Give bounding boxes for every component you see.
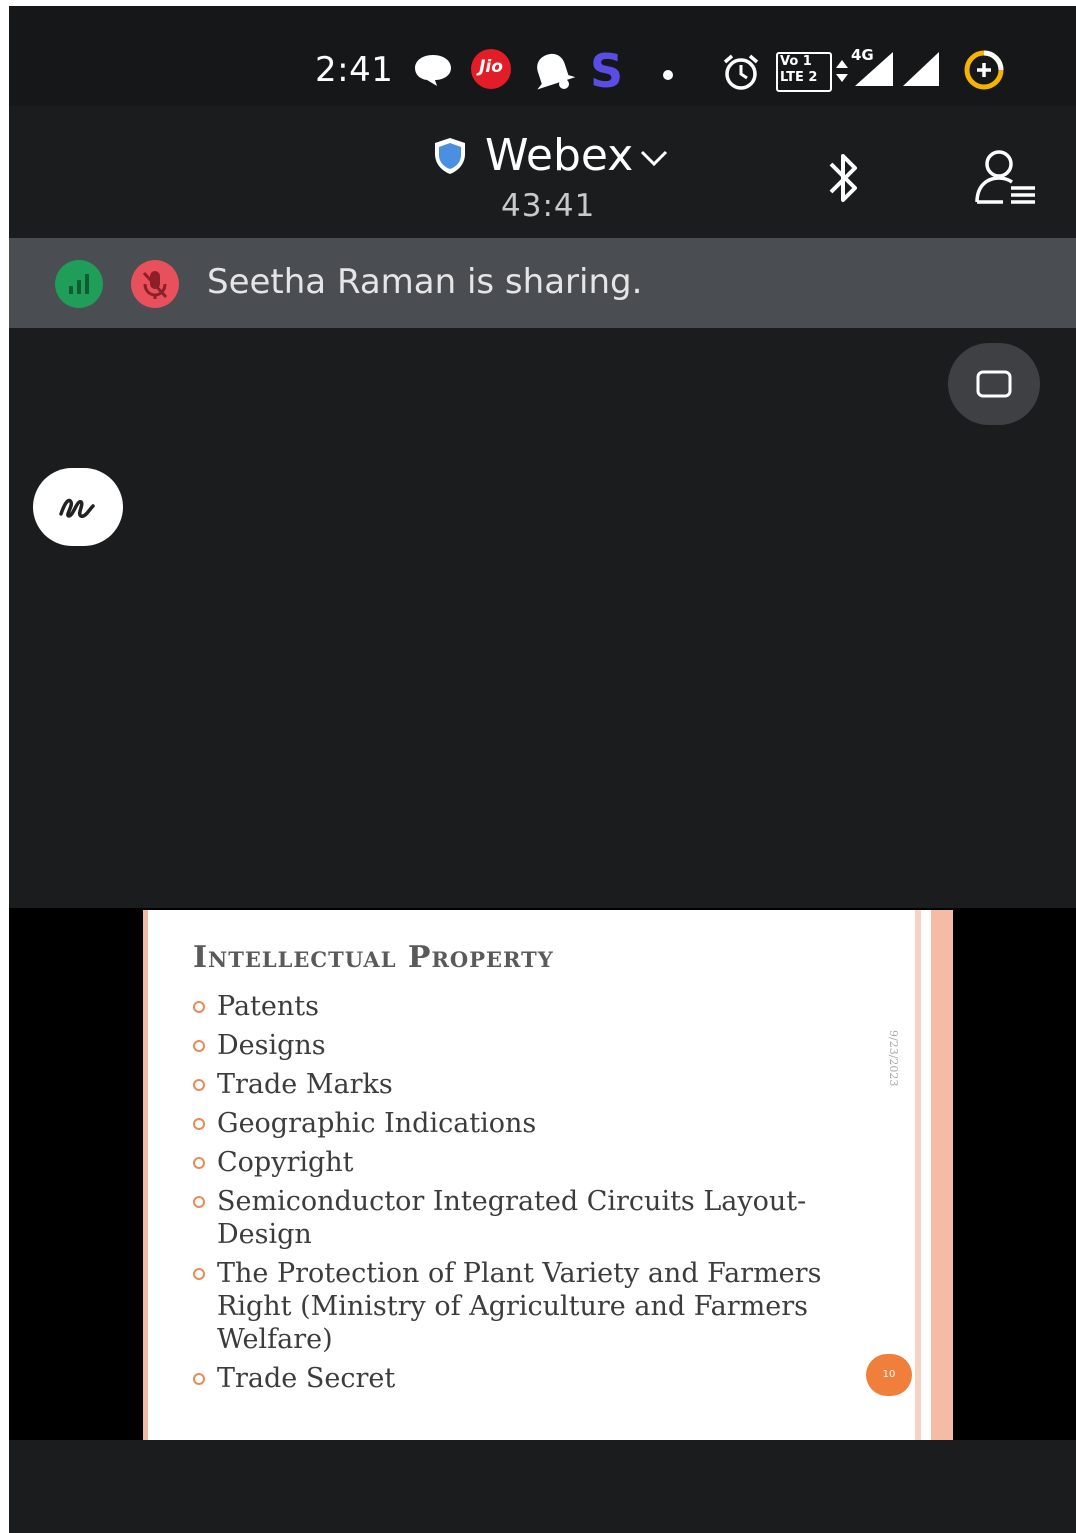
notification-bell-icon: [530, 50, 576, 96]
chat-bubble-icon: [413, 52, 453, 92]
bullet-text: Trade Secret: [217, 1363, 396, 1394]
annotate-icon: [57, 488, 99, 530]
meeting-header: Webex 43:41: [9, 106, 1076, 238]
slide-stripe-edge: [931, 910, 953, 1440]
bullet-dot-icon: [193, 1118, 205, 1130]
s-app-icon: S: [590, 44, 623, 98]
bullet-dot-icon: [193, 1001, 205, 1013]
jio-badge-text: Jio: [479, 57, 503, 77]
bullet-item: Trade Secret: [191, 1362, 891, 1395]
signal-2-icon: [901, 52, 941, 92]
meeting-title[interactable]: Webex: [485, 130, 633, 181]
audio-level-icon: [55, 260, 103, 312]
volte-icon: Vo 1 LTE 2: [776, 52, 832, 92]
bullet-item: Patents: [191, 990, 891, 1023]
muted-mic-icon: [131, 260, 179, 312]
shared-slide: 9/23/2023 Intellectual Property Patents …: [143, 910, 953, 1440]
webex-screen: 2:41 Jio S Vo 1 LTE 2 4G Webex 43:41 See…: [9, 6, 1076, 1533]
sharing-status-text: Seetha Raman is sharing.: [207, 262, 643, 302]
bullet-dot-icon: [193, 1268, 205, 1280]
signal-icon: [851, 52, 895, 92]
annotate-button[interactable]: [33, 468, 123, 546]
slide-left-border: [143, 910, 148, 1440]
bullet-text: Designs: [217, 1030, 326, 1061]
slide-page-badge: 10: [866, 1354, 912, 1396]
shield-icon: [433, 137, 467, 179]
sharing-banner: Seetha Raman is sharing.: [9, 238, 1076, 328]
bullet-dot-icon: [193, 1196, 205, 1208]
slide-bullet-list: Patents Designs Trade Marks Geographic I…: [191, 990, 891, 1401]
shared-content-area: 9/23/2023 Intellectual Property Patents …: [9, 908, 1076, 1440]
dot-icon: [662, 66, 674, 85]
chevron-down-icon[interactable]: [639, 148, 669, 172]
bullet-text: Patents: [217, 991, 319, 1022]
bullet-dot-icon: [193, 1157, 205, 1169]
bullet-text: Trade Marks: [217, 1069, 393, 1100]
meeting-duration: 43:41: [501, 188, 596, 224]
bullet-dot-icon: [193, 1373, 205, 1385]
s-app-text: S: [590, 44, 624, 98]
layout-toggle-button[interactable]: [948, 343, 1040, 425]
bluetooth-icon[interactable]: [821, 150, 865, 210]
bullet-item: Geographic Indications: [191, 1107, 891, 1140]
volte-line1: Vo 1: [780, 54, 812, 69]
volte-line2: LTE 2: [780, 70, 818, 85]
status-bar: 2:41 Jio S Vo 1 LTE 2 4G: [9, 6, 1076, 106]
battery-saver-icon: [962, 48, 1006, 96]
bullet-text: Semiconductor Integrated Circuits Layout…: [217, 1186, 807, 1250]
bullet-item: Trade Marks: [191, 1068, 891, 1101]
bullet-text: Copyright: [217, 1147, 354, 1178]
status-time: 2:41: [315, 50, 394, 90]
jio-icon: Jio: [470, 48, 512, 94]
slide-stripe: [915, 910, 921, 1440]
bullet-text: Geographic Indications: [217, 1108, 537, 1139]
data-arrows-icon: [835, 60, 849, 86]
bullet-dot-icon: [193, 1040, 205, 1052]
slide-title: Intellectual Property: [193, 940, 554, 975]
bullet-item: Semiconductor Integrated Circuits Layout…: [191, 1185, 891, 1251]
bullet-item: The Protection of Plant Variety and Farm…: [191, 1257, 891, 1356]
bullet-item: Designs: [191, 1029, 891, 1062]
alarm-icon: [721, 52, 761, 96]
bullet-dot-icon: [193, 1079, 205, 1091]
bullet-text: The Protection of Plant Variety and Farm…: [217, 1258, 822, 1355]
bullet-item: Copyright: [191, 1146, 891, 1179]
layout-toggle-icon: [976, 369, 1012, 403]
participants-icon[interactable]: [973, 146, 1039, 212]
